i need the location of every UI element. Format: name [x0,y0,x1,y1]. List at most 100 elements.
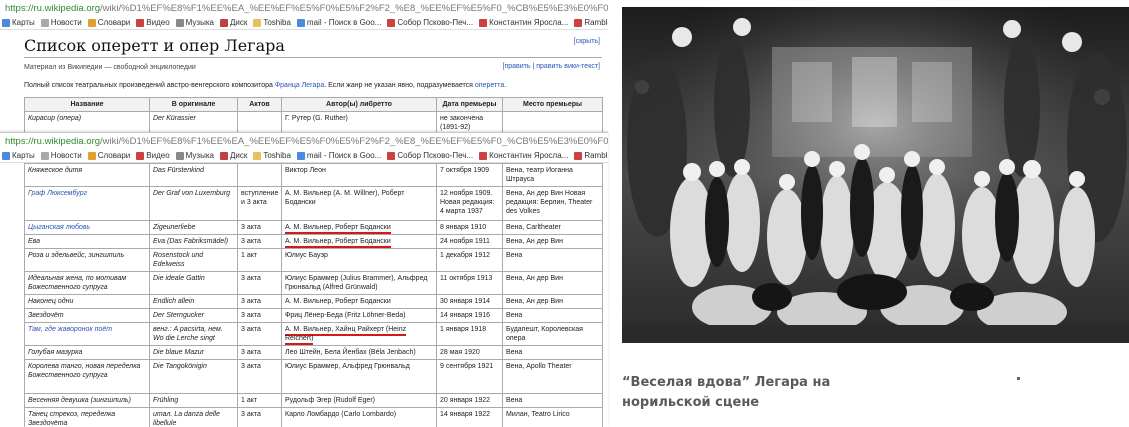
address-bar[interactable]: https://ru.wikipedia.org /wiki/%D1%EF%E8… [0,133,608,149]
table-cell-acts: 3 акта [237,271,282,295]
bookmark-item[interactable]: mail - Поиск в Goo... [296,18,381,27]
table-header-row: Название В оригинале Актов Автор(ы) либр… [24,97,603,112]
url-path: /wiki/%D1%EF%E8%F1%EE%EA_%EE%EF%E5%F0%E5… [100,2,608,14]
stage-photo [622,7,1129,343]
bookmark-item[interactable]: Константин Яросла... [479,18,568,27]
music-icon [175,151,184,160]
table-cell-acts: вступление и 3 акта [237,186,282,221]
table-row: Там, где жаворонок поёт венг.: A pacsirta… [24,322,603,346]
rambler-icon [574,151,583,160]
bookmark-item[interactable]: Rambler.ru [574,18,608,27]
bookmark-item[interactable]: Карты [2,151,35,160]
bookmark-item[interactable]: Rambler.ru [574,151,608,160]
table-cell-date: 12 ноября 1909. Новая редакция: 4 марта … [436,186,503,221]
bookmark-item[interactable]: Карты [2,18,35,27]
bookmark-item[interactable]: Собор Псково-Печ... [387,18,473,27]
bookmark-item[interactable]: Музыка [175,18,214,27]
table-cell-place: Вена, Ан дер Вин [502,234,603,249]
col-header[interactable]: В оригинале [149,97,238,112]
bookmark-item[interactable]: Диск [219,18,247,27]
bookmark-item[interactable]: Музыка [175,151,214,160]
table-cell-orig: Zigeunerliebe [149,220,238,235]
works-table-top: Название В оригинале Актов Автор(ы) либр… [24,97,603,135]
bookmarks-bar: Карты Новости Словари Видео Музыка Диск Toshib… [0,16,608,30]
table-row: Королева танго, новая переделка Божестве… [24,359,603,394]
operetta-link[interactable]: оперетта [475,82,504,89]
table-cell-acts: 3 акта [237,220,282,235]
table-cell-date: 30 января 1914 [436,294,503,309]
wiki-subline: Материал из Википедии — свободной энцикл… [24,64,196,71]
bookmark-item[interactable]: Словари [87,18,130,27]
rambler-icon [574,18,583,27]
table-row: Роза и эдельвейс, зингшпиль Rosenstock un… [24,248,603,272]
table-cell-name: Звездочёт [24,308,150,323]
table-row: Граф Люксембург Der Graf von Luxemburg вст… [24,186,603,221]
lehar-link[interactable]: Франца Легара [275,82,324,89]
table-cell-acts: 3 акта [237,294,282,309]
col-header[interactable]: Дата премьеры [436,97,503,112]
news-icon [40,18,49,27]
browser-window-bottom: https://ru.wikipedia.org /wiki/%D1%EF%E8… [0,132,608,427]
url-host: https://ru.wikipedia.org [5,135,101,147]
bookmark-item[interactable]: Toshiba [253,18,291,27]
table-row: Голубая мазурка Die blaue Mazur 3 акта Лео … [24,345,603,360]
table-cell-place: Вена [502,393,603,408]
table-cell-name: Наконец одни [24,294,150,309]
table-cell-orig: Eva (Das Fabriksmädel) [149,234,238,249]
table-cell-orig: Der Graf von Luxemburg [149,186,238,221]
bookmark-item[interactable]: Новости [40,151,82,160]
table-row: Весенняя девушка (зингшпиль) Frühling 1 ак… [24,393,603,408]
bookmark-item[interactable]: Видео [136,151,170,160]
table-cell-name: Голубая мазурка [24,345,150,360]
table-cell-acts: 3 акта [237,345,282,360]
bookmark-item[interactable]: Видео [136,18,170,27]
table-cell-place: Вена [502,345,603,360]
col-header[interactable]: Место премьеры [502,97,603,112]
bookmark-item[interactable]: mail - Поиск в Goo... [296,151,381,160]
bookmark-item[interactable]: Toshiba [253,151,291,160]
table-cell-place: Вена [502,248,603,272]
table-cell-name: Танец стрекоз, переделка Звездочёта [24,407,150,427]
bookmark-item[interactable]: Диск [219,151,247,160]
bookmark-item[interactable]: Новости [40,18,82,27]
table-cell-orig: венг.: A pacsirta, нем. Wo die Lerche si… [149,322,238,346]
intro-paragraph: Полный список театральных произведений а… [24,82,507,89]
table-cell-name: Граф Люксембург [24,186,150,221]
table-cell-acts: 1 акт [237,248,282,272]
url-path: /wiki/%D1%EF%E8%F1%EE%EA_%EE%EF%E5%F0%E5… [100,135,608,147]
address-bar[interactable]: https://ru.wikipedia.org /wiki/%D1%EF%E8… [0,0,608,16]
table-cell-place: Милан, Teatro Lirico [502,407,603,427]
table-row: Идеальная жена, по мотивам Божественного… [24,271,603,295]
hide-link[interactable]: [скрыть] [574,38,600,45]
dictionary-icon [87,18,96,27]
bookmark-item[interactable]: Собор Псково-Печ... [387,151,473,160]
table-cell-date: 24 ноября 1911 [436,234,503,249]
bookmark-item[interactable]: Константин Яросла... [479,151,568,160]
works-table-bottom: Княжеское дитя Das Fürstenkind Виктор Леон… [24,163,603,427]
table-cell-authors: Фриц Лёнер-Беда (Fritz Löhner-Beda) [281,308,437,323]
wiki-article: Список оперетт и опер Легара [скрыть] Ма… [0,30,608,135]
table-row: Наконец одни Endlich allein 3 акта А. М. Ви… [24,294,603,309]
dictionary-icon [87,151,96,160]
table-cell-orig: Die Tangokönigin [149,359,238,394]
table-cell-authors: Юлиус Бауэр [281,248,437,272]
map-icon [2,151,10,160]
table-cell-date: 1 января 1918 [436,322,503,346]
table-row: Ева Eva (Das Fabriksmädel) 3 акта А. М. Вил… [24,234,603,249]
google-icon [296,151,305,160]
page-icon [479,151,488,160]
edit-links[interactable]: [править | править вики-текст] [503,63,600,70]
table-cell-date: 9 сентября 1921 [436,359,503,394]
table-cell-date: 14 января 1922 [436,407,503,427]
col-header[interactable]: Автор(ы) либретто [281,97,437,112]
table-cell-place: Вена, Ан дер Вин Новая редакция: Берлин,… [502,186,603,221]
table-cell-authors: Юлиус Браммер, Альфред Грюнвальд [281,359,437,394]
table-cell-acts: 3 акта [237,322,282,346]
table-cell-name: Роза и эдельвейс, зингшпиль [24,248,150,272]
folder-icon [253,18,262,27]
table-cell-name: Княжеское дитя [24,163,150,187]
bookmarks-bar: Карты Новости Словари Видео Музыка Диск Toshib… [0,149,608,163]
bookmark-item[interactable]: Словари [87,151,130,160]
col-header[interactable]: Актов [237,97,282,112]
col-header[interactable]: Название [24,97,150,112]
